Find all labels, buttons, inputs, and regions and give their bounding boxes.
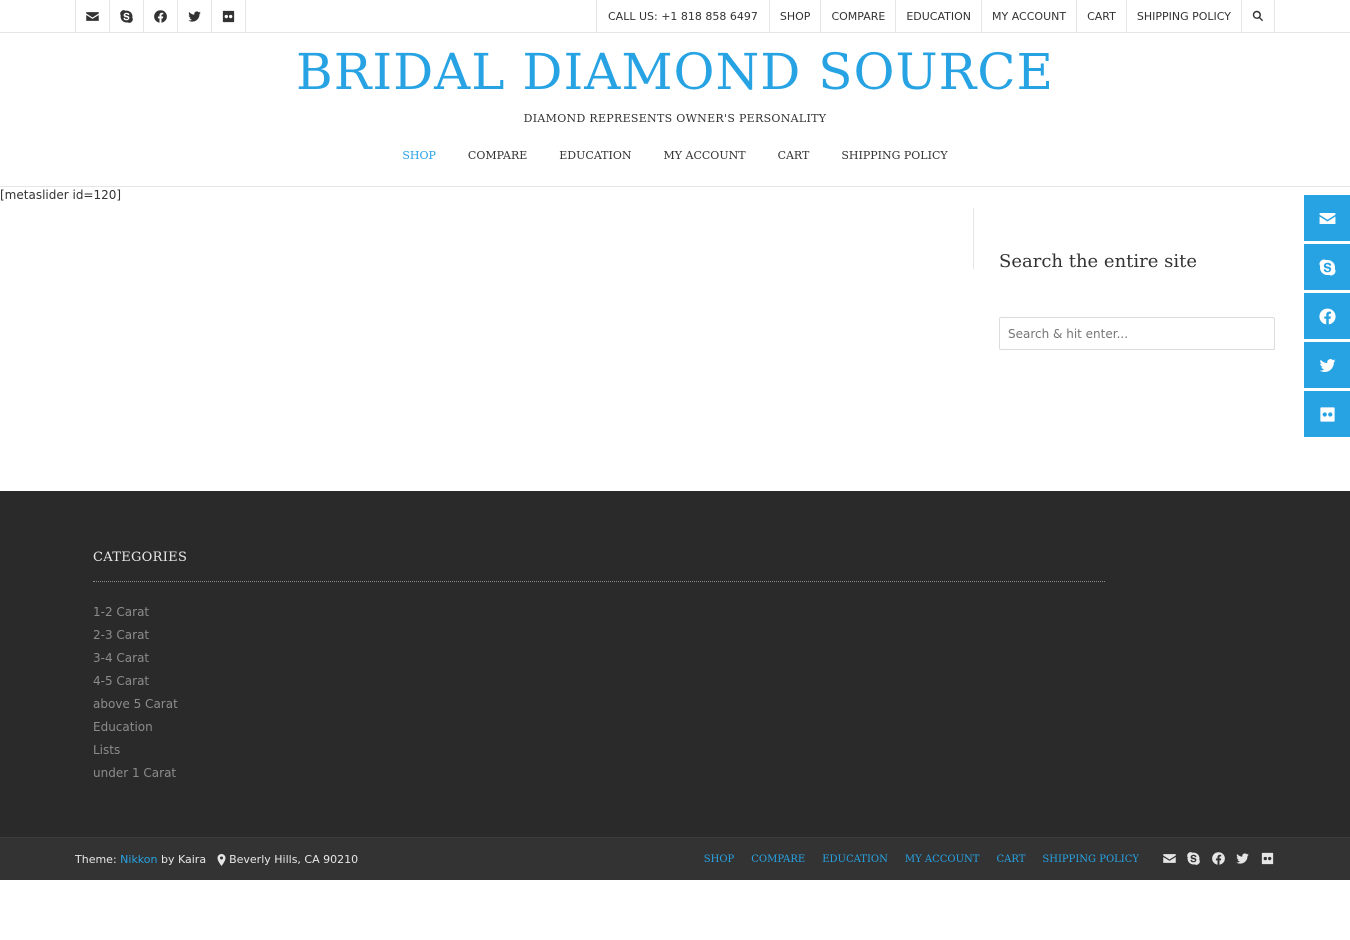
theme-prefix: Theme: [75,853,117,866]
topbar-menu: CALL US: +1 818 858 6497 SHOP COMPARE ED… [596,0,1275,32]
site-info: Theme: Nikkon by Kaira Beverly Hills, CA… [75,853,358,866]
category-link[interactable]: under 1 Carat [93,765,178,788]
site-tagline: DIAMOND REPRESENTS OWNER'S PERSONALITY [523,112,827,125]
bottom-social-links [1153,850,1276,866]
nav-shop[interactable]: SHOP [386,149,452,162]
topbar-menu-cart[interactable]: CART [1077,0,1127,32]
search-widget-title: Search the entire site [999,251,1198,272]
twitter-icon [1235,851,1250,866]
topbar-menu-education[interactable]: EDUCATION [896,0,983,32]
floating-skype-button[interactable] [1304,244,1350,290]
envelope-icon [1318,209,1337,228]
nav-cart[interactable]: CART [762,149,826,162]
sidebar-divider [973,208,974,269]
bottom-nav-education[interactable]: EDUCATION [822,854,888,865]
flickr-icon [1318,405,1337,424]
twitter-icon [187,9,202,24]
floating-social-bar [1304,195,1350,440]
floating-email-button[interactable] [1304,195,1350,241]
category-link[interactable]: 1-2 Carat [93,604,178,627]
floating-facebook-button[interactable] [1304,293,1350,339]
search-input[interactable] [999,317,1275,350]
topbar-menu-shipping-policy[interactable]: SHIPPING POLICY [1127,0,1242,32]
bottom-skype-link[interactable] [1186,850,1202,866]
categories-list: 1-2 Carat 2-3 Carat 3-4 Carat 4-5 Carat … [93,604,178,788]
location-text: Beverly Hills, CA 90210 [229,853,359,866]
header-divider [0,186,1350,187]
categories-divider [93,581,1105,582]
envelope-icon [1162,851,1177,866]
category-link[interactable]: above 5 Carat [93,696,178,719]
search-icon [1251,9,1265,23]
topbar-menu-compare[interactable]: COMPARE [821,0,897,32]
floating-twitter-button[interactable] [1304,342,1350,388]
topbar-flickr-link[interactable] [212,0,246,32]
skype-icon [1318,258,1337,277]
category-link[interactable]: 3-4 Carat [93,650,178,673]
bottom-nav-cart[interactable]: CART [996,854,1025,865]
nav-my-account[interactable]: MY ACCOUNT [648,149,762,162]
category-link[interactable]: Lists [93,742,178,765]
theme-link[interactable]: Nikkon [120,853,157,866]
nav-shipping-policy[interactable]: SHIPPING POLICY [825,149,963,162]
nav-education[interactable]: EDUCATION [543,149,647,162]
topbar-facebook-link[interactable] [144,0,178,32]
theme-author: by Kaira [161,853,207,866]
topbar-menu-my-account[interactable]: MY ACCOUNT [982,0,1078,32]
category-link[interactable]: 2-3 Carat [93,627,178,650]
topbar-social-links [75,0,246,32]
twitter-icon [1318,356,1337,375]
metaslider-shortcode-text: [metaslider id=120] [0,188,122,202]
facebook-icon [1318,307,1337,326]
nav-compare[interactable]: COMPARE [452,149,543,162]
category-link[interactable]: Education [93,719,178,742]
bottom-navigation: SHOP COMPARE EDUCATION MY ACCOUNT CART S… [687,854,1139,865]
map-marker-icon [217,854,226,866]
topbar-skype-link[interactable] [110,0,144,32]
bottom-flickr-link[interactable] [1259,850,1275,866]
category-link[interactable]: 4-5 Carat [93,673,178,696]
facebook-icon [1211,851,1226,866]
facebook-icon [153,9,168,24]
floating-flickr-button[interactable] [1304,391,1350,437]
call-us-text: CALL US: +1 818 858 6497 [597,0,770,32]
main-navigation: SHOP COMPARE EDUCATION MY ACCOUNT CART S… [0,149,1350,162]
bottom-email-link[interactable] [1161,850,1177,866]
bottom-nav-compare[interactable]: COMPARE [751,854,805,865]
bottom-bar: Theme: Nikkon by Kaira Beverly Hills, CA… [0,837,1350,880]
topbar-email-link[interactable] [76,0,110,32]
topbar-search-button[interactable] [1242,0,1275,32]
envelope-icon [85,9,100,24]
topbar-menu-shop[interactable]: SHOP [770,0,822,32]
bottom-nav-shop[interactable]: SHOP [704,854,735,865]
bottom-twitter-link[interactable] [1235,850,1251,866]
bottom-nav-shipping-policy[interactable]: SHIPPING POLICY [1042,854,1139,865]
categories-title: CATEGORIES [93,550,188,565]
skype-icon [1186,851,1201,866]
flickr-icon [1260,851,1275,866]
footer-widgets: CATEGORIES 1-2 Carat 2-3 Carat 3-4 Carat… [0,491,1350,837]
topbar: CALL US: +1 818 858 6497 SHOP COMPARE ED… [0,0,1350,33]
site-title[interactable]: BRIDAL DIAMOND SOURCE [0,41,1350,103]
topbar-twitter-link[interactable] [178,0,212,32]
skype-icon [119,9,134,24]
bottom-nav-my-account[interactable]: MY ACCOUNT [905,854,980,865]
bottom-facebook-link[interactable] [1210,850,1226,866]
flickr-icon [221,9,236,24]
